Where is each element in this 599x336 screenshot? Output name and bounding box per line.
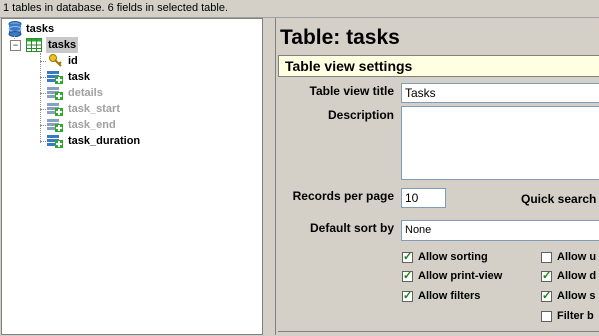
- default-sort-label: Default sort by: [309, 221, 394, 235]
- checkbox-label: Allow filters: [418, 290, 481, 302]
- field-label: task_duration: [68, 135, 141, 147]
- tree-connector: [40, 53, 41, 143]
- tree-field-node[interactable]: task_duration: [40, 133, 192, 149]
- field-label: details: [68, 87, 103, 99]
- checkbox-label: Allow sorting: [418, 251, 488, 263]
- table-settings-pane: Table: tasks Table view settings Table v…: [275, 18, 599, 335]
- field-add-icon: [47, 71, 63, 84]
- tree-table-label: tasks: [46, 37, 79, 53]
- checkbox-box[interactable]: [541, 269, 552, 282]
- tree-field-node[interactable]: task_end: [40, 117, 192, 133]
- field-label: id: [68, 55, 78, 67]
- field-add-icon: [47, 87, 63, 100]
- section-header: Table view settings: [278, 55, 599, 77]
- database-icon: [8, 21, 22, 37]
- quick-search-label: Quick search: [521, 192, 597, 206]
- checkbox-box[interactable]: [541, 252, 552, 263]
- field-add-icon: [47, 103, 63, 116]
- allow-sorting-checkbox[interactable]: Allow sorting: [402, 250, 532, 266]
- checkbox-box[interactable]: [402, 289, 413, 302]
- checkbox-label: Allow u: [557, 251, 597, 263]
- tree-field-node[interactable]: details: [40, 85, 192, 101]
- checkbox-label: Filter b: [557, 310, 594, 322]
- field-label: task_end: [68, 119, 116, 131]
- records-per-page-input[interactable]: 10: [401, 188, 446, 208]
- allow-print-view-checkbox[interactable]: Allow print-view: [402, 269, 532, 285]
- page-title: Table: tasks: [280, 26, 400, 49]
- tree-field-node[interactable]: task: [40, 69, 192, 85]
- checkbox-label: Allow s: [557, 290, 596, 302]
- allow-u-checkbox[interactable]: Allow u: [541, 250, 599, 266]
- view-title-label: Table view title: [309, 84, 394, 98]
- view-title-input[interactable]: Tasks: [401, 83, 599, 103]
- filter-b-checkbox[interactable]: Filter b: [541, 309, 599, 325]
- description-label: Description: [327, 108, 394, 122]
- tree-field-node[interactable]: id: [40, 53, 192, 69]
- field-label: task: [68, 71, 91, 83]
- checkbox-box[interactable]: [541, 289, 552, 302]
- tree-branch: [40, 61, 46, 62]
- tree-root-node[interactable]: tasks: [8, 21, 128, 37]
- checkbox-label: Allow print-view: [418, 270, 503, 282]
- table-grid-icon: [26, 38, 42, 52]
- schema-tree[interactable]: tasks − tasks id task details task_start…: [1, 18, 263, 335]
- checkbox-box[interactable]: [402, 269, 413, 282]
- allow-d-checkbox[interactable]: Allow d: [541, 269, 599, 285]
- checkbox-label: Allow d: [557, 270, 597, 282]
- allow-s-checkbox[interactable]: Allow s: [541, 289, 599, 305]
- section-title: Table view settings: [285, 58, 413, 74]
- default-sort-select[interactable]: None: [401, 220, 599, 241]
- pane-splitter[interactable]: [263, 18, 275, 335]
- field-label: task_start: [68, 103, 120, 115]
- checkbox-box[interactable]: [402, 250, 413, 263]
- tree-root-label: tasks: [26, 23, 55, 35]
- status-text: 1 tables in database. 6 fields in select…: [3, 2, 229, 14]
- section-divider: [278, 331, 599, 336]
- tree-field-node[interactable]: task_start: [40, 101, 192, 117]
- key-icon: [49, 54, 62, 67]
- checkbox-box[interactable]: [541, 311, 552, 322]
- allow-filters-checkbox[interactable]: Allow filters: [402, 289, 532, 305]
- records-per-page-label: Records per page: [292, 189, 394, 203]
- description-textarea[interactable]: [401, 106, 599, 180]
- collapse-toggle-icon[interactable]: −: [10, 40, 21, 51]
- field-add-icon: [47, 119, 63, 132]
- tree-table-node[interactable]: − tasks: [10, 37, 130, 53]
- status-bar: 1 tables in database. 6 fields in select…: [0, 0, 599, 18]
- field-add-icon: [47, 135, 63, 148]
